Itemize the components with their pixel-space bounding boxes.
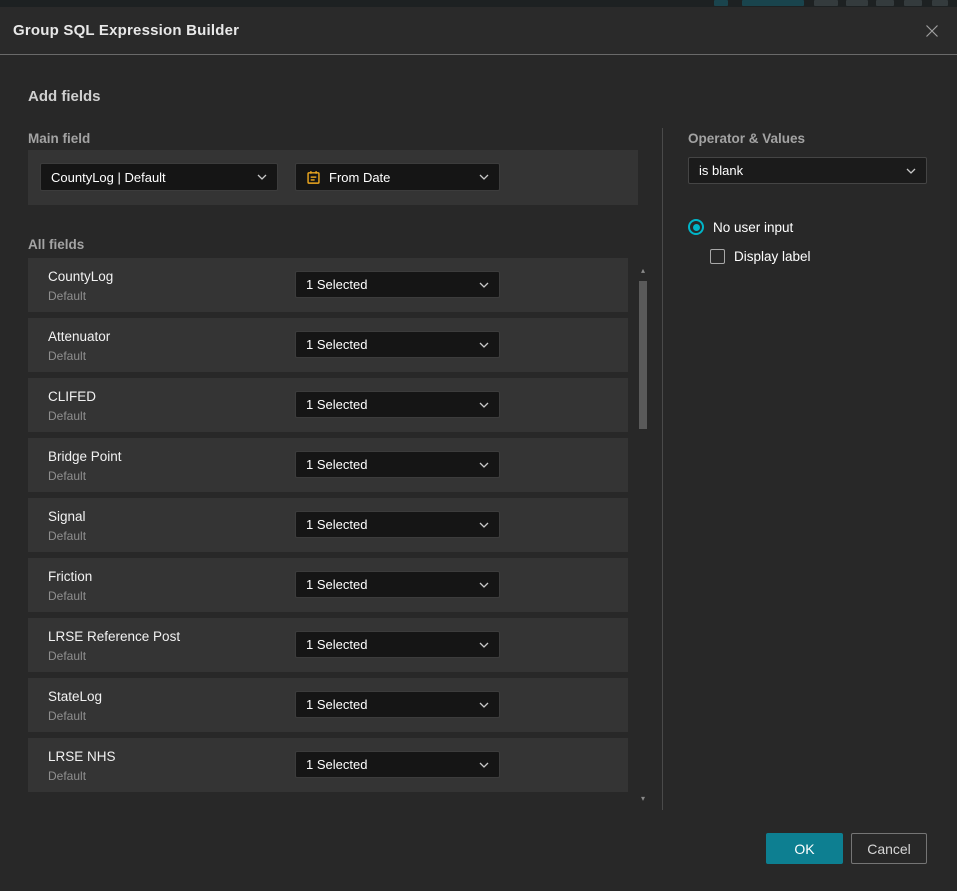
display-label-checkbox[interactable]: Display label	[710, 249, 811, 264]
chevron-down-icon	[471, 762, 489, 768]
dropdown-value: 1 Selected	[306, 337, 367, 352]
field-row: Bridge Point Default 1 Selected	[28, 438, 628, 492]
dialog-title: Group SQL Expression Builder	[13, 22, 239, 39]
background-fragment	[714, 0, 728, 6]
field-row: CountyLog Default 1 Selected	[28, 258, 628, 312]
field-row: CLIFED Default 1 Selected	[28, 378, 628, 432]
field-name: Attenuator	[48, 329, 110, 344]
field-type: Default	[48, 769, 86, 783]
dropdown-value: CountyLog | Default	[51, 170, 166, 185]
field-attribute-select[interactable]: 1 Selected	[295, 571, 500, 598]
main-field-label: Main field	[28, 131, 90, 146]
background-fragment	[932, 0, 948, 6]
field-row: Friction Default 1 Selected	[28, 558, 628, 612]
chevron-down-icon	[898, 168, 916, 174]
dropdown-value: 1 Selected	[306, 637, 367, 652]
field-type: Default	[48, 409, 86, 423]
dropdown-value: is blank	[699, 163, 743, 178]
chevron-down-icon	[471, 702, 489, 708]
add-fields-heading: Add fields	[28, 88, 101, 105]
chevron-down-icon	[471, 174, 489, 180]
operator-select[interactable]: is blank	[688, 157, 927, 184]
field-name: LRSE Reference Post	[48, 629, 180, 644]
dialog-titlebar: Group SQL Expression Builder	[0, 7, 957, 55]
ok-button[interactable]: OK	[766, 833, 843, 864]
field-type: Default	[48, 529, 86, 543]
field-row: StateLog Default 1 Selected	[28, 678, 628, 732]
field-type: Default	[48, 709, 86, 723]
dropdown-value: 1 Selected	[306, 517, 367, 532]
dropdown-value: 1 Selected	[306, 397, 367, 412]
panel-divider	[662, 128, 663, 810]
radio-label: No user input	[713, 220, 793, 235]
field-type: Default	[48, 349, 86, 363]
field-row: Attenuator Default 1 Selected	[28, 318, 628, 372]
field-attribute-select[interactable]: 1 Selected	[295, 391, 500, 418]
chevron-down-icon	[471, 462, 489, 468]
dropdown-value: 1 Selected	[306, 457, 367, 472]
chevron-down-icon	[471, 582, 489, 588]
background-fragment	[876, 0, 894, 6]
radio-selected-icon	[688, 219, 704, 235]
close-icon[interactable]	[921, 20, 943, 42]
background-fragment	[904, 0, 922, 6]
field-attribute-select[interactable]: 1 Selected	[295, 631, 500, 658]
chevron-down-icon	[471, 282, 489, 288]
chevron-down-icon	[471, 342, 489, 348]
scroll-down-icon[interactable]: ▾	[636, 794, 650, 804]
field-attribute-select[interactable]: 1 Selected	[295, 451, 500, 478]
field-attribute-select[interactable]: 1 Selected	[295, 331, 500, 358]
chevron-down-icon	[471, 522, 489, 528]
dropdown-value: 1 Selected	[306, 757, 367, 772]
field-type: Default	[48, 289, 86, 303]
scrollbar-thumb[interactable]	[639, 281, 647, 429]
cancel-button[interactable]: Cancel	[851, 833, 927, 864]
main-field-select[interactable]: From Date	[295, 163, 500, 191]
field-name: CLIFED	[48, 389, 96, 404]
chevron-down-icon	[471, 402, 489, 408]
field-type: Default	[48, 589, 86, 603]
field-name: Signal	[48, 509, 86, 524]
field-type: Default	[48, 469, 86, 483]
scroll-up-icon[interactable]: ▴	[636, 266, 650, 276]
fields-scrollbar[interactable]: ▴ ▾	[636, 258, 650, 804]
layer-source-select[interactable]: CountyLog | Default	[40, 163, 278, 191]
field-row: Signal Default 1 Selected	[28, 498, 628, 552]
field-type: Default	[48, 649, 86, 663]
calendar-icon	[306, 170, 321, 185]
main-field-panel: CountyLog | Default From Date	[28, 150, 638, 205]
all-fields-label: All fields	[28, 237, 84, 252]
dropdown-value: 1 Selected	[306, 697, 367, 712]
chevron-down-icon	[249, 174, 267, 180]
field-name: StateLog	[48, 689, 102, 704]
field-attribute-select[interactable]: 1 Selected	[295, 271, 500, 298]
background-fragment	[742, 0, 804, 6]
operator-values-label: Operator & Values	[688, 131, 805, 146]
field-row: LRSE Reference Post Default 1 Selected	[28, 618, 628, 672]
background-fragment	[814, 0, 838, 6]
screen: Group SQL Expression Builder Add fields …	[0, 0, 957, 891]
field-name: CountyLog	[48, 269, 113, 284]
chevron-down-icon	[471, 642, 489, 648]
field-name: Bridge Point	[48, 449, 122, 464]
field-attribute-select[interactable]: 1 Selected	[295, 691, 500, 718]
dropdown-value: 1 Selected	[306, 577, 367, 592]
field-name: LRSE NHS	[48, 749, 116, 764]
checkbox-unchecked-icon	[710, 249, 725, 264]
group-sql-expression-builder-dialog: Group SQL Expression Builder Add fields …	[0, 7, 957, 891]
field-attribute-select[interactable]: 1 Selected	[295, 511, 500, 538]
field-name: Friction	[48, 569, 92, 584]
field-attribute-select[interactable]: 1 Selected	[295, 751, 500, 778]
no-user-input-radio[interactable]: No user input	[688, 219, 793, 235]
background-app-strip	[0, 0, 957, 7]
dropdown-value: 1 Selected	[306, 277, 367, 292]
background-fragment	[846, 0, 868, 6]
field-row: LRSE NHS Default 1 Selected	[28, 738, 628, 792]
checkbox-label: Display label	[734, 249, 811, 264]
all-fields-list: CountyLog Default 1 Selected Attenuator Defa…	[28, 258, 628, 795]
dropdown-value: From Date	[329, 170, 390, 185]
